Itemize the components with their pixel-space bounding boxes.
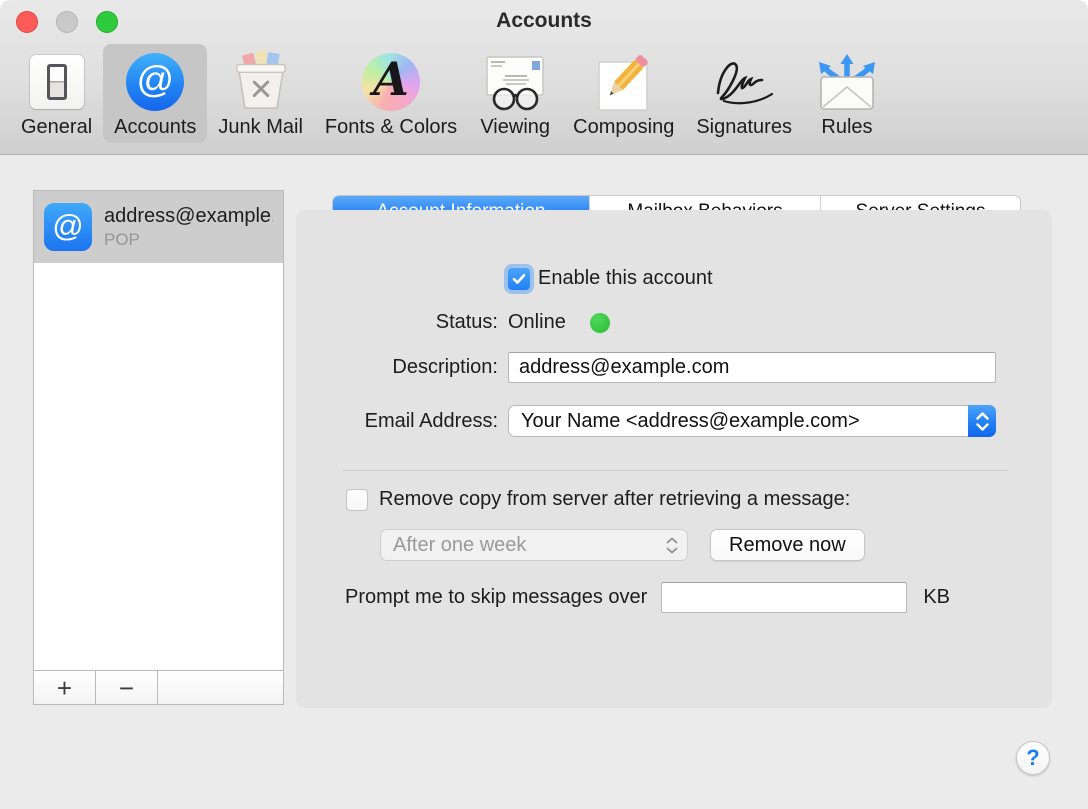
description-label: Description: [296, 356, 508, 379]
status-value: Online [508, 311, 566, 334]
status-label: Status: [296, 311, 508, 334]
account-list-item-selected[interactable]: @ address@example.com POP [34, 191, 283, 263]
envelope-glasses-icon [479, 49, 551, 115]
remove-copy-label: Remove copy from server after retrieving… [379, 488, 850, 511]
status-row: Status: Online [296, 311, 1052, 334]
account-list-actions: + − [34, 670, 283, 704]
light-switch-icon [30, 49, 84, 115]
email-address-popup[interactable]: Your Name <address@example.com> [508, 405, 996, 437]
enable-account-label: Enable this account [538, 267, 713, 290]
popup-chevrons-icon [666, 530, 678, 560]
toolbar-item-junk-mail[interactable]: Junk Mail [207, 44, 313, 143]
email-address-row: Email Address: Your Name <address@exampl… [296, 405, 1052, 437]
remove-copy-checkbox[interactable] [346, 489, 368, 511]
waste-basket-icon [230, 49, 292, 115]
actions-filler [158, 671, 283, 704]
toolbar-label: Viewing [480, 116, 550, 139]
toolbar-item-signatures[interactable]: Signatures [685, 44, 803, 143]
email-address-value: Your Name <address@example.com> [521, 410, 860, 433]
window-header: Accounts General @ Accounts [0, 0, 1088, 155]
account-title: address@example.com [104, 205, 273, 228]
toolbar-label: Rules [821, 116, 872, 139]
email-address-label: Email Address: [296, 410, 508, 433]
online-status-dot [590, 313, 610, 333]
mail-preferences-window: Accounts General @ Accounts [0, 0, 1088, 809]
toolbar-item-accounts[interactable]: @ Accounts [103, 44, 207, 143]
toolbar-label: Junk Mail [218, 116, 302, 139]
toolbar-label: Fonts & Colors [325, 116, 457, 139]
toolbar-label: Composing [573, 116, 674, 139]
description-row: Description: [296, 352, 1052, 383]
toolbar-item-rules[interactable]: Rules [803, 44, 891, 143]
account-information-panel: Enable this account Status: Online Descr… [296, 210, 1052, 708]
remove-when-value: After one week [393, 534, 526, 557]
question-mark-icon: ? [1026, 745, 1039, 771]
window-title: Accounts [0, 9, 1088, 33]
account-at-icon: @ [44, 203, 92, 251]
description-input[interactable] [508, 352, 996, 383]
add-account-button[interactable]: + [34, 671, 96, 704]
toolbar-item-viewing[interactable]: Viewing [468, 44, 562, 143]
toolbar-label: Accounts [114, 116, 196, 139]
enable-account-row: Enable this account [296, 267, 1052, 290]
prompt-skip-label: Prompt me to skip messages over [345, 586, 647, 609]
account-list: @ address@example.com POP + − [33, 190, 284, 705]
help-button[interactable]: ? [1016, 741, 1050, 775]
popup-chevrons-icon [968, 405, 996, 437]
titlebar: Accounts [0, 0, 1088, 44]
skip-size-input[interactable] [661, 582, 907, 613]
toolbar-label: Signatures [696, 116, 792, 139]
remove-schedule-row: After one week Remove now [380, 529, 1052, 561]
main-content: @ address@example.com POP + − Account In… [0, 155, 1088, 808]
pencil-icon [593, 49, 655, 115]
remove-account-button[interactable]: − [96, 671, 158, 704]
rainbow-letter-a-icon: A [362, 49, 420, 115]
remove-copy-row: Remove copy from server after retrieving… [346, 488, 1052, 511]
envelope-arrows-icon [814, 49, 880, 115]
toolbar-item-general[interactable]: General [10, 44, 103, 143]
signature-icon [702, 49, 786, 115]
at-sign-icon: @ [126, 49, 184, 115]
remove-when-popup[interactable]: After one week [380, 529, 688, 561]
enable-account-checkbox[interactable] [508, 268, 530, 290]
toolbar-item-fonts-colors[interactable]: A Fonts & Colors [314, 44, 468, 143]
preferences-toolbar: General @ Accounts [10, 44, 891, 143]
prompt-skip-row: Prompt me to skip messages over KB [345, 582, 1052, 613]
toolbar-item-composing[interactable]: Composing [562, 44, 685, 143]
section-divider [343, 470, 1008, 471]
toolbar-label: General [21, 116, 92, 139]
account-protocol: POP [104, 230, 273, 250]
kb-unit-label: KB [923, 586, 950, 609]
remove-now-button[interactable]: Remove now [710, 529, 865, 561]
